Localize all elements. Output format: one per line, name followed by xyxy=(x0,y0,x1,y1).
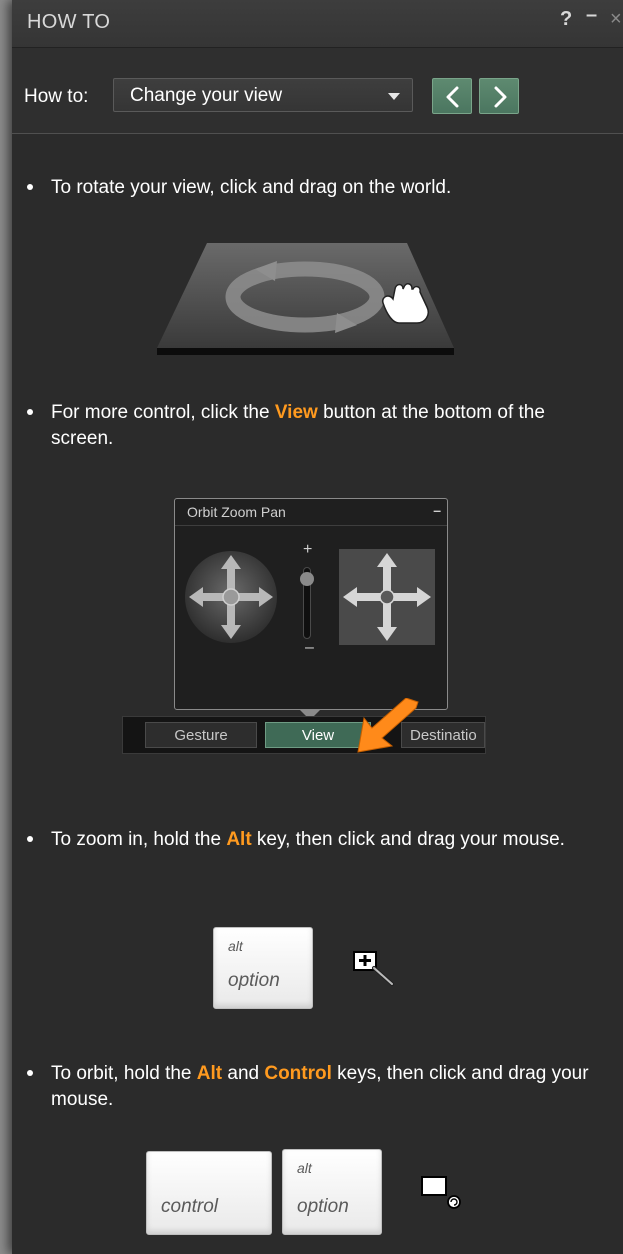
step-text: To orbit, hold the Alt and Control keys,… xyxy=(51,1063,589,1110)
key-top-label: alt xyxy=(228,938,243,954)
bottom-toolbar-preview: Gesture View Destinatio xyxy=(122,716,486,754)
minimize-button[interactable]: – xyxy=(586,4,597,27)
pan-control-icon xyxy=(339,549,435,645)
howto-dropdown-value: Change your view xyxy=(130,85,283,106)
control-key: control xyxy=(146,1151,272,1235)
previous-button[interactable] xyxy=(432,78,472,114)
step-text: For more control, click the View button … xyxy=(51,402,545,449)
next-button[interactable] xyxy=(479,78,519,114)
title-bar[interactable]: HOW TO ? – × xyxy=(12,0,623,48)
howto-label: How to: xyxy=(24,86,89,107)
key-bottom-label: option xyxy=(297,1196,349,1217)
close-button[interactable]: × xyxy=(610,8,622,31)
bullet xyxy=(27,836,33,842)
zoom-cursor-icon xyxy=(353,951,394,986)
highlight-alt: Alt xyxy=(226,829,252,850)
tab-gesture: Gesture xyxy=(145,722,257,748)
orange-arrow-icon xyxy=(357,698,419,753)
howto-panel: HOW TO ? – × How to: Change your view To… xyxy=(12,0,623,1254)
zoom-minus-label: – xyxy=(305,639,314,656)
alt-option-key: alt option xyxy=(213,927,313,1009)
howto-selector-row: How to: Change your view xyxy=(12,48,623,134)
help-button[interactable]: ? xyxy=(560,8,572,31)
orbit-zoom-pan-panel: Orbit Zoom Pan – + – xyxy=(174,498,448,710)
orbit-zoom-pan-title: Orbit Zoom Pan xyxy=(187,504,286,520)
alt-option-key: alt option xyxy=(282,1149,382,1235)
highlight-alt: Alt xyxy=(196,1063,223,1084)
chevron-left-icon xyxy=(446,86,459,108)
chevron-down-icon xyxy=(388,93,400,100)
panel-minimize-icon: – xyxy=(433,502,441,518)
step-text: To zoom in, hold the Alt key, then click… xyxy=(51,829,565,850)
key-bottom-label: control xyxy=(161,1196,219,1217)
window-title: HOW TO xyxy=(27,11,111,33)
bullet xyxy=(27,184,33,190)
bullet xyxy=(27,409,33,415)
zoom-slider xyxy=(300,567,314,639)
rotate-world-illustration xyxy=(157,243,454,355)
orbit-control-icon xyxy=(185,551,277,643)
orbit-cursor-icon xyxy=(421,1176,461,1209)
chevron-right-icon xyxy=(494,86,507,108)
step-text: To rotate your view, click and drag on t… xyxy=(51,177,452,198)
howto-dropdown[interactable]: Change your view xyxy=(113,78,413,112)
key-bottom-label: option xyxy=(228,970,280,991)
highlight-control: Control xyxy=(264,1063,332,1084)
zoom-plus-label: + xyxy=(303,541,313,558)
highlight-view: View xyxy=(274,402,318,423)
key-top-label: alt xyxy=(297,1160,312,1176)
bullet xyxy=(27,1070,33,1076)
